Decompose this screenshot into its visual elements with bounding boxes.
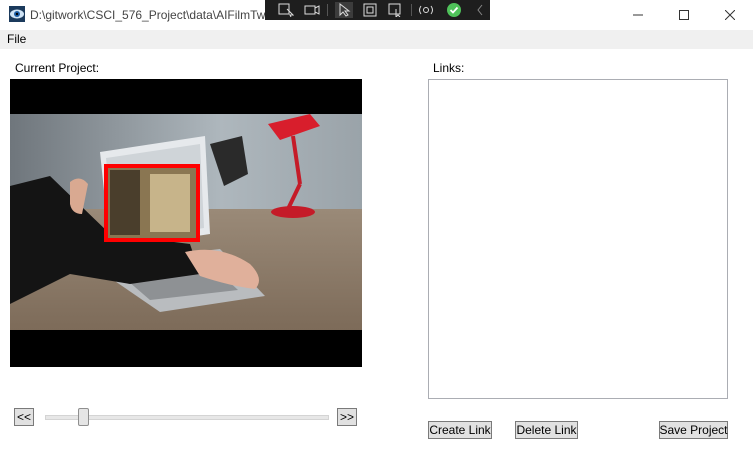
next-frame-button[interactable]: >> <box>337 408 357 426</box>
current-project-label: Current Project: <box>15 61 100 75</box>
maximize-button[interactable] <box>661 0 707 30</box>
collapse-icon <box>477 4 483 16</box>
track-focus-button[interactable] <box>361 2 379 18</box>
selection-icon <box>388 3 401 17</box>
select-element-icon <box>278 3 294 17</box>
save-project-button[interactable]: Save Project <box>659 421 728 439</box>
collapse-toolbar-button[interactable] <box>471 2 489 18</box>
hot-reload-icon <box>419 5 433 15</box>
debug-toolbar <box>265 0 490 20</box>
menu-file[interactable]: File <box>7 32 26 46</box>
create-link-button[interactable]: Create Link <box>428 421 492 439</box>
maximize-icon <box>679 10 689 20</box>
video-frame-image <box>10 114 362 330</box>
links-label: Links: <box>433 61 465 75</box>
minimize-icon <box>633 14 643 16</box>
status-check-button[interactable] <box>445 2 463 18</box>
pointer-button[interactable] <box>335 2 353 18</box>
links-listbox[interactable] <box>428 79 728 399</box>
prev-frame-button[interactable]: << <box>14 408 34 426</box>
check-icon <box>447 3 461 17</box>
display-layout-icon <box>304 5 320 15</box>
app-eye-icon <box>9 6 25 22</box>
frame-slider-thumb[interactable] <box>77 408 89 426</box>
close-button[interactable] <box>707 0 753 30</box>
track-focus-icon <box>363 3 377 17</box>
close-icon <box>725 10 735 20</box>
hot-reload-button[interactable] <box>417 2 435 18</box>
select-element-button[interactable] <box>277 2 295 18</box>
minimize-button[interactable] <box>615 0 661 30</box>
selection-button[interactable] <box>387 2 405 18</box>
display-layout-button[interactable] <box>303 2 321 18</box>
delete-link-button[interactable]: Delete Link <box>515 421 578 439</box>
pointer-icon <box>339 3 351 17</box>
video-preview[interactable] <box>10 79 362 367</box>
menu-bar: File <box>0 30 753 49</box>
window-title: D:\gitwork\CSCI_576_Project\data\AIFilmT… <box>30 8 265 22</box>
